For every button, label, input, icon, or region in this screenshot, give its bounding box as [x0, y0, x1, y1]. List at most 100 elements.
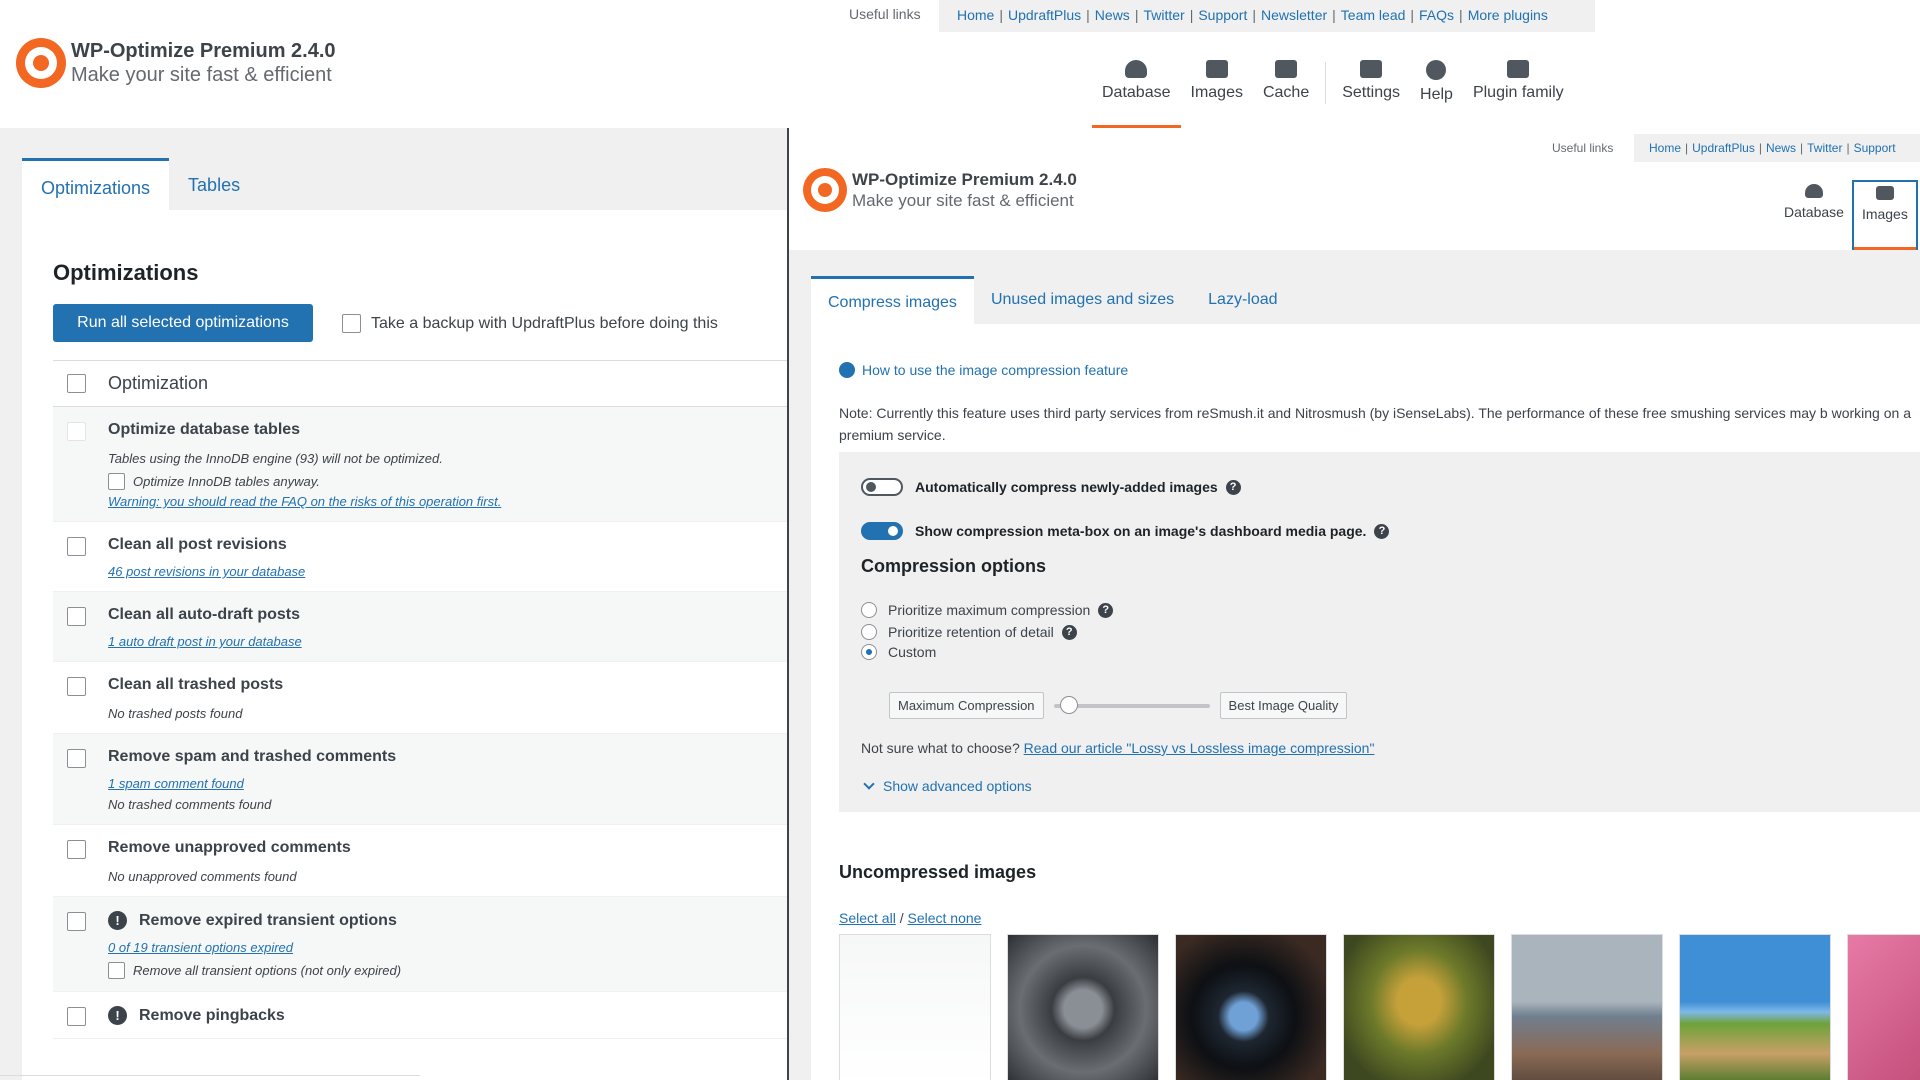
help-icon[interactable]: ?: [1098, 602, 1114, 618]
row-title: Clean all trashed posts: [108, 676, 284, 693]
row-checkbox[interactable]: [67, 749, 86, 768]
row-sub-option: Optimize InnoDB tables anyway.: [108, 472, 787, 490]
link-updraftplus[interactable]: UpdraftPlus: [1692, 141, 1755, 155]
nav-help[interactable]: Help: [1410, 56, 1463, 128]
help-icon[interactable]: ?: [1225, 479, 1241, 495]
row-link[interactable]: 0 of 19 transient options expired: [108, 940, 787, 955]
howto-link[interactable]: How to use the image compression feature: [839, 362, 1128, 378]
row-link[interactable]: 1 auto draft post in your database: [108, 634, 787, 649]
nav-settings[interactable]: Settings: [1332, 56, 1410, 128]
select-none-link[interactable]: Select none: [907, 910, 981, 926]
image-thumbnail[interactable]: [1175, 934, 1327, 1080]
show-advanced-options[interactable]: Show advanced options: [861, 778, 1032, 794]
link-team-lead[interactable]: Team lead: [1341, 7, 1406, 23]
tab-unused-images[interactable]: Unused images and sizes: [974, 276, 1191, 327]
nav-plugin-family[interactable]: Plugin family: [1463, 56, 1574, 128]
table-row: Remove unapproved comments No unapproved…: [53, 825, 787, 897]
row-checkbox[interactable]: [67, 840, 86, 859]
help-icon[interactable]: ?: [1374, 523, 1390, 539]
row-checkbox[interactable]: [67, 422, 86, 441]
table-row: Clean all trashed posts No trashed posts…: [53, 662, 787, 734]
link-news[interactable]: News: [1095, 7, 1130, 23]
link-updraftplus[interactable]: UpdraftPlus: [1008, 7, 1081, 23]
warning-icon: !: [108, 911, 127, 930]
select-all-checkbox[interactable]: [67, 374, 86, 393]
optimizations-table: Optimization Optimize database tables Ta…: [53, 360, 787, 1039]
link-support[interactable]: Support: [1198, 7, 1247, 23]
auto-compress-toggle[interactable]: [861, 478, 903, 496]
row-note: Tables using the InnoDB engine (93) will…: [108, 451, 443, 466]
link-news[interactable]: News: [1766, 141, 1796, 155]
run-all-optimizations-button[interactable]: Run all selected optimizations: [53, 304, 313, 342]
tab-optimizations[interactable]: Optimizations: [22, 158, 170, 216]
link-twitter[interactable]: Twitter: [1143, 7, 1184, 23]
useful-links-bar: Home | UpdraftPlus | News | Twitter | Support: [1634, 134, 1920, 162]
optimizations-pane: Optimizations Tables Optimizations Run a…: [0, 128, 787, 1080]
nav-images[interactable]: Images: [1851, 180, 1918, 250]
link-support[interactable]: Support: [1854, 141, 1896, 155]
brand: WP-Optimize Premium 2.4.0 Make your site…: [803, 168, 1077, 212]
image-thumbnail[interactable]: [1511, 934, 1663, 1080]
slider-thumb[interactable]: [1060, 695, 1079, 714]
nav-cache[interactable]: Cache: [1253, 56, 1319, 128]
article-link[interactable]: Read our article "Lossy vs Lossless imag…: [1024, 740, 1375, 756]
row-checkbox[interactable]: [67, 677, 86, 696]
row-link[interactable]: 1 spam comment found: [108, 776, 787, 791]
link-newsletter[interactable]: Newsletter: [1261, 7, 1327, 23]
wp-optimize-logo-icon: [16, 38, 66, 88]
plug-icon: [1507, 60, 1530, 78]
nav-database[interactable]: Database: [1092, 56, 1181, 128]
help-lifebuoy-icon: [839, 362, 855, 378]
link-more-plugins[interactable]: More plugins: [1468, 7, 1548, 23]
backup-checkbox[interactable]: [342, 314, 361, 333]
row-link[interactable]: 46 post revisions in your database: [108, 564, 787, 579]
link-home[interactable]: Home: [1649, 141, 1681, 155]
row-link[interactable]: Warning: you should read the FAQ on the …: [108, 494, 787, 509]
app-subtitle: Make your site fast & efficient: [71, 63, 332, 86]
row-checkbox[interactable]: [67, 1007, 86, 1026]
radio-max-compression[interactable]: Prioritize maximum compression?: [861, 602, 1114, 618]
nav-images[interactable]: Images: [1181, 56, 1253, 128]
images-icon: [1205, 60, 1228, 78]
radio-retention-detail[interactable]: Prioritize retention of detail?: [861, 624, 1077, 640]
slider-track[interactable]: [1053, 695, 1210, 714]
image-thumbnail[interactable]: [1343, 934, 1495, 1080]
tab-lazy-load[interactable]: Lazy-load: [1191, 276, 1294, 327]
row-checkbox[interactable]: [67, 912, 86, 931]
row-checkbox[interactable]: [67, 607, 86, 626]
images-icon: [1875, 186, 1894, 200]
table-row: Remove spam and trashed comments 1 spam …: [53, 734, 787, 825]
sub-checkbox[interactable]: [108, 962, 125, 979]
radio-button[interactable]: [861, 644, 877, 660]
radio-button[interactable]: [861, 602, 877, 618]
app-subtitle: Make your site fast & efficient: [852, 190, 1074, 210]
image-thumbnail[interactable]: [1847, 934, 1920, 1080]
useful-links-bar: Home | UpdraftPlus | News | Twitter | Support | Ne…: [939, 0, 1595, 32]
link-faqs[interactable]: FAQs: [1419, 7, 1454, 23]
help-icon[interactable]: ?: [1061, 624, 1077, 640]
app-header: Useful links Home | UpdraftPlus | News | Twitt…: [0, 0, 1600, 128]
select-links: Select all / Select none: [839, 910, 982, 926]
tab-compress-images[interactable]: Compress images: [811, 276, 974, 327]
brand: WP-Optimize Premium 2.4.0 Make your site…: [16, 38, 336, 88]
link-home[interactable]: Home: [957, 7, 994, 23]
radio-custom[interactable]: Custom: [861, 644, 936, 660]
nav-database[interactable]: Database: [1776, 180, 1852, 250]
image-thumbnail[interactable]: [1679, 934, 1831, 1080]
link-twitter[interactable]: Twitter: [1807, 141, 1842, 155]
divider: [0, 1075, 420, 1076]
row-note: No unapproved comments found: [108, 869, 297, 884]
radio-button[interactable]: [861, 624, 877, 640]
select-all-link[interactable]: Select all: [839, 910, 896, 926]
compression-settings: Automatically compress newly-added image…: [839, 452, 1920, 812]
image-thumbnail[interactable]: [839, 934, 991, 1080]
image-grid: [839, 934, 1920, 1080]
image-thumbnail[interactable]: [1007, 934, 1159, 1080]
sub-checkbox[interactable]: [108, 473, 125, 490]
compression-slider: Maximum Compression Best Image Quality: [889, 692, 1348, 719]
meta-box-toggle[interactable]: [861, 522, 903, 540]
images-header: Useful links Home | UpdraftPlus | News | Twitt…: [789, 128, 1920, 250]
optimizations-panel: Optimizations Run all selected optimizat…: [22, 210, 787, 1080]
row-checkbox[interactable]: [67, 537, 86, 556]
tab-tables[interactable]: Tables: [169, 158, 259, 216]
